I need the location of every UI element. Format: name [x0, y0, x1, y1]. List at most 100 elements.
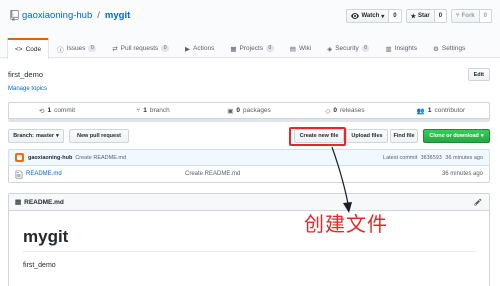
summary-branches[interactable]: ⑂ 1 branch: [105, 103, 201, 118]
manage-topics-link[interactable]: Manage topics: [8, 86, 47, 92]
summary-packages-label: packages: [242, 107, 271, 114]
tab-issues-count: 0: [88, 45, 97, 52]
summary-packages[interactable]: ▣ 0 packages: [201, 103, 297, 118]
summary-branches-label: branch: [149, 107, 170, 114]
clone-download-label: Clone or download: [429, 133, 479, 139]
chevron-down-icon: ▾: [381, 13, 385, 20]
readme-header-label: README.md: [24, 198, 64, 206]
repo-name-link[interactable]: mygit: [105, 10, 130, 21]
fork-count[interactable]: 0: [479, 9, 492, 23]
new-pull-request-button[interactable]: New pull request: [69, 129, 129, 143]
pull-request-icon: ⇄: [112, 45, 118, 53]
find-file-button[interactable]: Find file: [390, 129, 418, 143]
tab-issues-label: Issues: [66, 45, 86, 52]
history-icon: ⟲: [38, 107, 45, 115]
star-count[interactable]: 0: [434, 9, 448, 23]
branch-select-value: master: [35, 133, 55, 139]
chevron-down-icon: ▾: [480, 133, 484, 139]
watch-button[interactable]: Watch ▾ 0: [346, 9, 402, 23]
watch-count[interactable]: 0: [389, 9, 402, 23]
star-label: Star: [418, 13, 430, 19]
readme-body: first_demo: [23, 262, 56, 269]
summary-commits-label: commit: [54, 107, 76, 114]
shield-icon: ◈: [327, 45, 333, 53]
watch-label: Watch: [361, 13, 380, 19]
summary-releases-label: releases: [340, 107, 365, 114]
clone-download-button[interactable]: Clone or download ▾: [423, 129, 490, 143]
tab-code[interactable]: <> Code: [7, 38, 50, 59]
latest-commit: Latest commit 3636593 36 minutes ago: [383, 155, 483, 161]
tab-actions-label: Actions: [193, 45, 215, 52]
people-icon: 👥: [416, 107, 425, 115]
summary-contributors[interactable]: 👥 1 contributor: [393, 103, 489, 118]
tab-pull-requests-label: Pull requests: [120, 45, 159, 52]
tab-security-count: 0: [361, 45, 370, 52]
tab-settings-label: Settings: [441, 45, 466, 52]
repo-header: gaoxiaoning-hub / mygit Watch ▾ 0 ★ Star…: [0, 0, 500, 59]
chevron-down-icon: ▾: [56, 133, 59, 139]
file-name-link[interactable]: README.md: [26, 171, 62, 177]
fork-icon: ⑂: [456, 13, 460, 19]
tag-icon: ◇: [325, 107, 331, 115]
commit-age: 36 minutes ago: [445, 154, 483, 161]
branch-select-button[interactable]: Branch: master ▾: [8, 129, 64, 143]
upload-files-button[interactable]: Upload files: [346, 129, 388, 143]
package-icon: ▣: [227, 107, 234, 115]
project-icon: ▦: [230, 45, 237, 53]
star-icon: ★: [410, 13, 417, 20]
issue-icon: ⓘ: [57, 46, 64, 54]
summary-branches-count: 1: [143, 107, 147, 114]
repo-owner-link[interactable]: gaoxiaoning-hub: [22, 10, 92, 21]
readme-title-divider: [23, 251, 477, 252]
repo-nav-tabs: <> Code ⓘ Issues 0 ⇄ Pull requests 0 ▶ A…: [7, 38, 473, 59]
book-icon: ▤: [289, 45, 296, 53]
tab-security-label: Security: [335, 45, 359, 52]
commit-author[interactable]: gaoxiaoning-hub: [28, 155, 72, 161]
code-icon: <>: [15, 46, 23, 53]
readme-title: mygit: [23, 227, 69, 246]
summary-contributors-count: 1: [427, 107, 432, 114]
language-bar[interactable]: [8, 119, 490, 122]
file-commit-message[interactable]: Create README.md: [185, 171, 240, 177]
tab-wiki-label: Wiki: [298, 45, 312, 52]
numbers-summary: ⟲ 1 commit ⑂ 1 branch ▣ 0 packages ◇ 0 r…: [8, 102, 490, 119]
summary-commits[interactable]: ⟲ 1 commit: [9, 103, 105, 118]
file-icon: [15, 170, 23, 179]
tab-security[interactable]: ◈ Security 0: [319, 38, 377, 58]
tab-issues[interactable]: ⓘ Issues 0: [49, 38, 104, 58]
pencil-icon[interactable]: [474, 198, 482, 206]
play-icon: ▶: [185, 45, 191, 53]
latest-commit-label: Latest commit: [383, 154, 418, 161]
edit-description-button[interactable]: Edit: [467, 68, 490, 81]
commit-message[interactable]: Create README.md: [75, 155, 126, 161]
summary-releases[interactable]: ◇ 0 releases: [297, 103, 393, 118]
readme-header: ▤ README.md: [9, 194, 489, 211]
tab-insights[interactable]: ▥ Insights: [377, 38, 425, 58]
fork-button[interactable]: ⑂ Fork 0: [451, 9, 492, 23]
highlight-box: [289, 127, 346, 146]
branch-icon: ⑂: [136, 107, 141, 114]
book-icon: ▤: [15, 199, 22, 206]
file-navigation: Branch: master ▾ New pull request Create…: [8, 129, 490, 143]
avatar[interactable]: [15, 153, 24, 162]
tab-settings[interactable]: ⚙ Settings: [425, 38, 473, 58]
gear-icon: ⚙: [433, 45, 439, 53]
tab-wiki[interactable]: ▤ Wiki: [282, 38, 319, 58]
tab-projects-count: 0: [266, 45, 274, 52]
summary-commits-count: 1: [47, 107, 52, 114]
annotation-label: 创建文件: [304, 212, 388, 236]
tab-pull-requests[interactable]: ⇄ Pull requests 0: [104, 38, 177, 58]
readme-box: ▤ README.md mygit first_demo: [8, 193, 490, 286]
star-button[interactable]: ★ Star 0: [405, 9, 448, 23]
tab-projects-label: Projects: [239, 45, 263, 52]
graph-icon: ▥: [385, 45, 392, 53]
annotation-arrow: [331, 146, 352, 213]
tab-projects[interactable]: ▦ Projects 0: [222, 38, 281, 58]
summary-packages-count: 0: [236, 107, 240, 114]
commit-sha[interactable]: 3636593: [421, 155, 442, 161]
tab-actions[interactable]: ▶ Actions: [177, 38, 222, 58]
eye-icon: [351, 13, 360, 19]
repo-book-icon: [10, 10, 19, 21]
repo-title: gaoxiaoning-hub / mygit: [10, 10, 130, 21]
tab-pull-requests-count: 0: [161, 45, 170, 52]
